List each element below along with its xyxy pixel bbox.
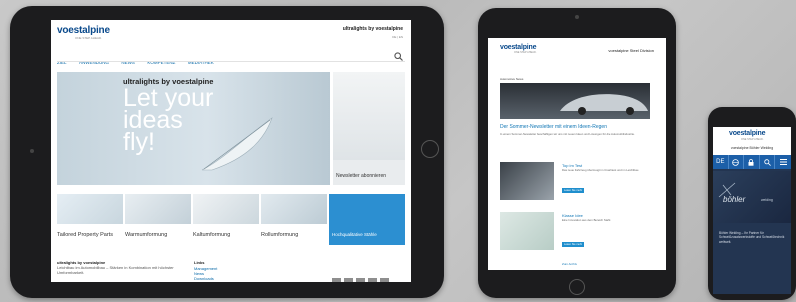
logo-text: voestalpine: [500, 44, 537, 51]
globe-icon[interactable]: [729, 155, 745, 169]
phone: voestalpine ONE STEP AHEAD. voestalpine …: [708, 107, 796, 300]
newsletter-body: In einem Sommer-Newsletter beschäftigen …: [500, 132, 635, 136]
logo-text: voestalpine: [57, 25, 110, 36]
header-title: ultralights by voestalpine: [342, 26, 403, 32]
brand-name: böhler: [723, 195, 746, 204]
archive-link[interactable]: Zum Archiv: [562, 262, 577, 266]
story-2-button[interactable]: Lesen Sie mehr: [562, 242, 585, 247]
tile-caption-3[interactable]: Kaltumformung: [193, 232, 230, 238]
large-tablet-screen: voestalpine ONE STEP AHEAD. ultralights …: [51, 20, 411, 282]
story-1-image[interactable]: [500, 162, 554, 200]
twitter-icon[interactable]: [344, 278, 353, 282]
search-icon[interactable]: [760, 155, 776, 169]
front-camera: [30, 149, 34, 153]
home-button[interactable]: [569, 279, 585, 295]
search-icon[interactable]: [394, 48, 403, 61]
tile-caption-2[interactable]: Warmumformung: [125, 232, 167, 238]
tile-image-4[interactable]: [261, 194, 327, 224]
newsletter-label: Newsletter abonnieren: [336, 173, 387, 179]
logo-tagline: ONE STEP AHEAD.: [741, 138, 764, 141]
tile-image-1[interactable]: [57, 194, 123, 224]
language-button[interactable]: DE: [713, 155, 729, 169]
youtube-icon[interactable]: [356, 278, 365, 282]
tile-highlight[interactable]: [329, 194, 405, 245]
home-button[interactable]: [421, 140, 439, 158]
story-2-image[interactable]: [500, 212, 554, 250]
story-1-text: Das neue Fahrzeug überzeugt im Crashtest…: [562, 168, 640, 172]
newsletter-hero: [500, 83, 650, 119]
story-2-text: Eine Innovation aus dem Bereich Stahl.: [562, 218, 611, 222]
car-image: [560, 94, 648, 115]
brand-sub: welding: [761, 198, 773, 202]
logo-tagline: ONE STEP AHEAD.: [75, 36, 102, 40]
phone-header-title: voestalpine Böhler Welding: [730, 146, 774, 150]
flickr-icon[interactable]: [368, 278, 377, 282]
menu-icon[interactable]: [775, 155, 791, 169]
hero-banner: ultralights by voestalpine Let your idea…: [57, 72, 330, 185]
large-tablet: voestalpine ONE STEP AHEAD. ultralights …: [10, 6, 444, 298]
section-label: Automotive News: [500, 77, 524, 81]
newsletter-logo: voestalpine ONE STEP AHEAD.: [500, 44, 537, 54]
newsletter-headline[interactable]: Der Sommer-Newsletter mit einem Ideen-Re…: [500, 124, 650, 130]
front-camera: [575, 15, 579, 19]
instagram-icon[interactable]: [380, 278, 389, 282]
footer-text: Leichtbau im Automobilbau – Stärken in K…: [57, 265, 174, 275]
main-nav: ZIEL ANWENDUNG NEWS KOMPETENZ MEDIATHEK: [57, 51, 222, 69]
phone-text: Böhler Welding – Ihr Partner für Schweiß…: [719, 231, 785, 244]
lock-icon[interactable]: [744, 155, 760, 169]
facebook-icon[interactable]: [332, 278, 341, 282]
newsletter-header-title: voestalpine Steel Division: [608, 48, 654, 53]
social-icons: [332, 274, 392, 282]
story-1-button[interactable]: Lesen Sie mehr: [562, 188, 585, 193]
tile-caption-1[interactable]: Tailored Property Parts: [57, 232, 113, 238]
phone-toolbar: DE: [713, 155, 791, 169]
language-switch[interactable]: DE | EN: [392, 35, 403, 39]
feather-image: [201, 117, 273, 171]
small-tablet-screen: voestalpine ONE STEP AHEAD. voestalpine …: [488, 38, 666, 270]
brand-banner: böhler welding: [713, 171, 791, 223]
tile-image-3[interactable]: [193, 194, 259, 224]
nav-divider: [57, 61, 405, 62]
phone-screen: voestalpine ONE STEP AHEAD. voestalpine …: [713, 127, 791, 294]
newsletter-panel[interactable]: Newsletter abonnieren: [333, 72, 405, 185]
links-title: Links: [194, 260, 205, 265]
logo-text: voestalpine: [729, 130, 766, 137]
phone-header: voestalpine ONE STEP AHEAD. voestalpine …: [713, 127, 791, 155]
small-tablet: voestalpine ONE STEP AHEAD. voestalpine …: [478, 8, 676, 298]
footer-link-3[interactable]: Downloads: [194, 276, 214, 281]
tile-caption-4[interactable]: Rollumformung: [261, 232, 298, 238]
tile-image-2[interactable]: [125, 194, 191, 224]
logo-tagline: ONE STEP AHEAD.: [514, 51, 537, 54]
newsletter-image: [333, 72, 405, 160]
site-logo[interactable]: voestalpine ONE STEP AHEAD.: [57, 25, 110, 40]
tile-caption-5[interactable]: Hochqualitative Stähle: [332, 232, 377, 237]
